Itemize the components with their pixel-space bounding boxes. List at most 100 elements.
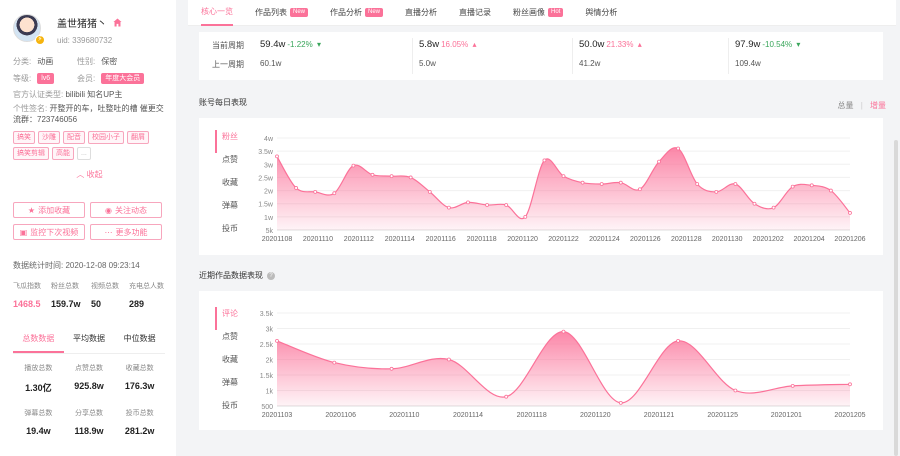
data-point [637, 187, 642, 192]
y-tick-label: 2k [266, 358, 274, 365]
metric-col: 50.0w 21.33% ▴ 41.2w [572, 38, 642, 74]
tab-works-analysis[interactable]: 作品分析 New [330, 0, 384, 26]
metric-current: 50.0w [579, 39, 605, 50]
data-point [790, 184, 795, 189]
data-point [714, 189, 719, 194]
tab-works-list[interactable]: 作品列表 New [255, 0, 309, 26]
stat-label: 充电总人数 [129, 283, 164, 290]
metric-col: 97.9w -10.54% ▾ 109.4w [728, 38, 800, 74]
data-point [542, 158, 547, 163]
data-point [313, 189, 318, 194]
tab-sentiment[interactable]: 舆情分析 [585, 0, 617, 26]
metric-previous: 5.0w [419, 59, 436, 68]
y-tick-label: 1k [266, 389, 274, 396]
toggle-increment[interactable]: 增量 [870, 101, 886, 110]
metric-likes[interactable]: 点赞 [215, 330, 245, 353]
stat-label: 播放总数 [24, 365, 53, 372]
tag[interactable]: 配音 [63, 131, 85, 144]
tag-more[interactable]: ... [77, 147, 91, 160]
tab-average-data[interactable]: 平均数据 [64, 325, 115, 353]
toggle-total[interactable]: 总量 [837, 101, 853, 110]
stat-value: 925.8w [74, 381, 104, 391]
tab-live-records[interactable]: 直播记录 [459, 0, 491, 26]
member-badge: 年度大会员 [101, 73, 145, 84]
metric-change: -1.22% [287, 40, 313, 49]
x-tick-label: 20201206 [834, 236, 865, 243]
new-badge: New [290, 8, 309, 17]
metric-current: 5.8w [419, 39, 440, 50]
star-icon: ★ [27, 205, 36, 215]
data-point [370, 172, 375, 177]
tab-core-overview[interactable]: 核心一览 [201, 0, 233, 26]
tag[interactable]: 搞笑 [13, 131, 35, 144]
metric-current: 59.4w [260, 39, 286, 50]
tab-label: 直播记录 [459, 8, 492, 17]
stat-time-label: 数据统计时间: [13, 261, 64, 270]
tag[interactable]: 搞笑剪辑 [13, 147, 49, 160]
tab-fan-profile[interactable]: 粉丝画像 Hot [513, 0, 564, 26]
daily-area-chart[interactable]: 5k 1w 1.5w 2w 2.5w 3w 3.5w 4w 20201108 20201110 20… [243, 118, 883, 255]
x-tick-label: 20201122 [548, 236, 579, 243]
tab-total-data[interactable]: 总数数据 [13, 325, 64, 353]
current-period-label: 当前周期 [212, 41, 244, 50]
x-tick-label: 20201120 [580, 412, 611, 419]
data-point [466, 200, 470, 205]
follow-updates-button[interactable]: ◉ 关注动态 [90, 202, 162, 218]
gender-value: 保密 [101, 57, 118, 66]
more-functions-button[interactable]: ⋯ 更多功能 [90, 224, 162, 240]
x-tick-label: 20201118 [467, 236, 497, 243]
home-icon[interactable] [113, 18, 122, 27]
x-tick-label: 20201128 [671, 236, 702, 243]
stat-tabs: 总数数据 平均数据 中位数据 [13, 325, 165, 354]
recent-area-chart[interactable]: 500 1k 1.5k 2k 2.5k 3k 3.5k 20201103 20201106 202… [243, 291, 883, 430]
cert-row: 官方认证类型: bilibili 知名UP主 [13, 89, 166, 100]
stat-value: 289 [129, 299, 145, 309]
x-tick-label: 20201204 [793, 236, 824, 243]
add-favorite-button[interactable]: ★ 添加收藏 [13, 202, 85, 218]
stat-value: 1468.5 [13, 299, 41, 309]
monitor-icon: ▣ [19, 227, 28, 237]
metric-favorites[interactable]: 收藏 [215, 176, 245, 199]
stat-label: 分享总数 [74, 410, 103, 417]
data-point [561, 329, 566, 334]
collapse-toggle[interactable]: ︿ 收起 [13, 169, 166, 180]
y-tick-label: 1.5k [260, 373, 274, 380]
series-area [277, 147, 850, 230]
metric-comments[interactable]: 评论 [215, 307, 245, 330]
tag[interactable]: 沙雕 [38, 131, 60, 144]
monitor-video-button[interactable]: ▣ 监控下次视频 [13, 224, 85, 240]
tab-label: 舆情分析 [585, 8, 618, 17]
metric-danmaku[interactable]: 弹幕 [215, 376, 245, 399]
metric-likes[interactable]: 点赞 [215, 153, 245, 176]
data-point [275, 339, 279, 343]
tag[interactable]: 校园小子 [88, 131, 124, 144]
daily-metric-selector: 粉丝 点赞 收藏 弹幕 投币 [215, 130, 245, 245]
more-icon: ⋯ [104, 227, 113, 237]
stat-charge: 充电总人数 289 [129, 281, 169, 309]
profile-info: 分类: 动画 性别: 保密 等级: lv6 会员: 年度大会员 [13, 56, 166, 84]
metric-fans[interactable]: 粉丝 [215, 130, 245, 153]
metric-coins[interactable]: 投币 [215, 399, 245, 422]
metric-coins[interactable]: 投币 [215, 222, 245, 245]
scrollbar[interactable] [894, 140, 898, 456]
help-icon[interactable]: ? [267, 271, 275, 280]
tag[interactable]: 高能 [52, 147, 74, 160]
stat-time: 数据统计时间: 2020-12-08 09:23:14 [13, 260, 166, 271]
y-tick-label: 3w [264, 162, 274, 169]
recent-metric-selector: 评论 点赞 收藏 弹幕 投币 [215, 307, 245, 422]
metric-favorites[interactable]: 收藏 [215, 353, 245, 376]
data-point [408, 175, 413, 180]
cert-value: bilibili 知名UP主 [65, 90, 123, 99]
tab-live-analysis[interactable]: 直播分析 [405, 0, 437, 26]
category-label: 分类: [13, 57, 32, 66]
data-point [676, 146, 681, 151]
new-badge: New [365, 8, 384, 17]
y-tick-label: 5k [266, 228, 274, 235]
tag[interactable]: 翻屑 [127, 131, 149, 144]
cert-label: 官方认证类型: [13, 90, 64, 99]
metric-danmaku[interactable]: 弹幕 [215, 199, 245, 222]
arrow-up-icon: ▴ [635, 40, 642, 49]
tab-median-data[interactable]: 中位数据 [114, 325, 165, 353]
sidebar: ⚡ 盖世猪猪丶 uid: 339680732 分类: 动画 性别: 保密 等级: lv… [0, 0, 176, 456]
y-tick-label: 1.5w [258, 202, 274, 209]
